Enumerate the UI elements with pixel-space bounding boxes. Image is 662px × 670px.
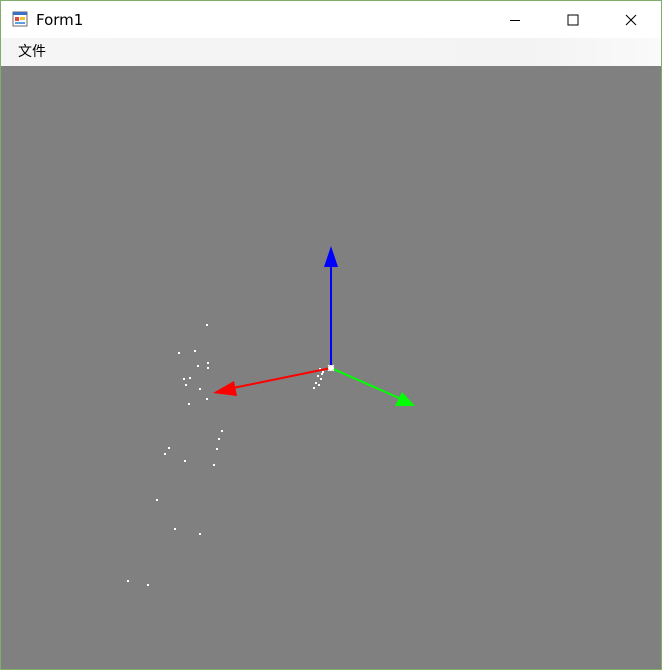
application-window: Form1 文件: [0, 0, 662, 670]
cloud-point: [168, 447, 170, 449]
cloud-point: [185, 384, 187, 386]
point-cloud-canvas[interactable]: [1, 66, 661, 669]
cloud-point: [313, 387, 315, 389]
cloud-point: [194, 350, 196, 352]
minimize-icon: [510, 19, 520, 21]
cloud-point: [164, 453, 166, 455]
cloud-point: [321, 373, 323, 375]
cloud-point: [213, 464, 215, 466]
menu-bar: 文件: [1, 38, 661, 66]
3d-viewport[interactable]: [1, 66, 661, 669]
cloud-point: [199, 388, 201, 390]
cloud-point: [174, 528, 176, 530]
y-axis-arrow: [330, 367, 415, 406]
maximize-button[interactable]: [544, 1, 602, 38]
cloud-point: [317, 375, 319, 377]
cloud-point: [178, 352, 180, 354]
cloud-point: [318, 384, 320, 386]
cloud-point: [188, 403, 190, 405]
title-bar[interactable]: Form1: [1, 1, 661, 38]
cloud-point: [315, 382, 317, 384]
cloud-point: [218, 438, 220, 440]
cloud-point: [183, 378, 185, 380]
cloud-point: [207, 362, 209, 364]
cloud-point: [147, 584, 149, 586]
cloud-point: [184, 460, 186, 462]
cloud-point: [156, 499, 158, 501]
minimize-button[interactable]: [486, 1, 544, 38]
cloud-point: [197, 365, 199, 367]
app-icon[interactable]: [12, 11, 28, 27]
cloud-point: [127, 580, 129, 582]
cloud-point: [199, 533, 201, 535]
cloud-point: [221, 430, 223, 432]
cloud-point: [206, 324, 208, 326]
close-button[interactable]: [602, 1, 660, 38]
maximize-icon: [567, 14, 579, 25]
axis-origin-marker: [327, 364, 335, 372]
close-icon: [625, 14, 637, 25]
x-axis-arrow: [213, 367, 332, 396]
menu-item-file[interactable]: 文件: [10, 38, 54, 66]
window-title: Form1: [36, 11, 84, 29]
cloud-point: [207, 367, 209, 369]
cloud-point: [320, 378, 322, 380]
cloud-point: [206, 398, 208, 400]
cloud-point: [216, 448, 218, 450]
point-cloud: [127, 324, 324, 586]
cloud-point: [189, 377, 191, 379]
cloud-point: [322, 371, 324, 373]
z-axis-arrow: [324, 246, 338, 368]
